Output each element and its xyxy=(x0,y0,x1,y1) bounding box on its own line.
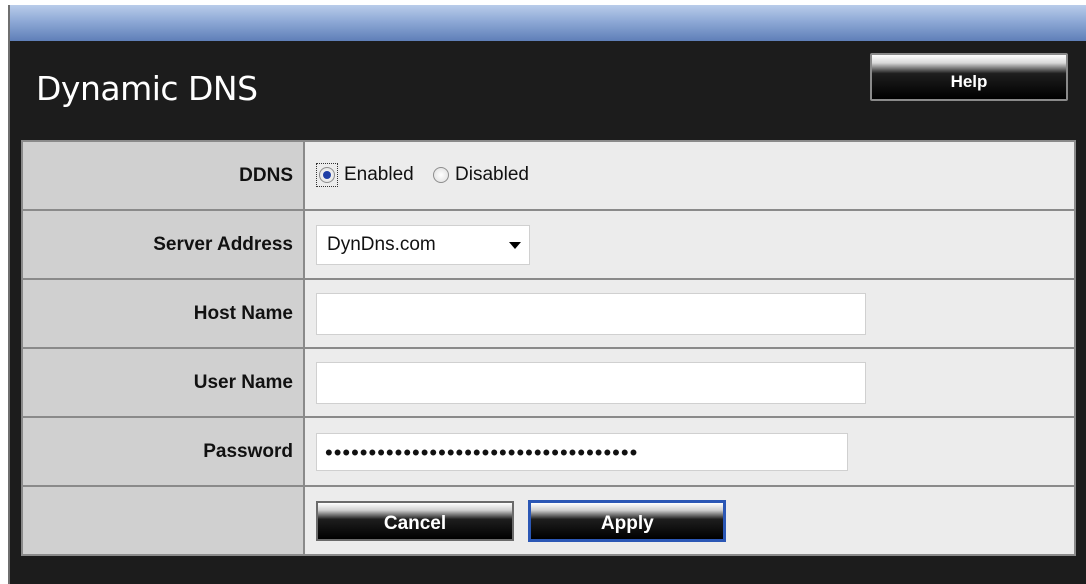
focus-indicator xyxy=(316,162,338,187)
password-input[interactable]: •••••••••••••••••••••••••••••••••••• xyxy=(316,432,848,471)
page-title: Dynamic DNS xyxy=(36,69,258,108)
ddns-row: DDNS Enabled Disabled xyxy=(21,140,1076,211)
ddns-form: DDNS Enabled Disabled Server Address Dyn… xyxy=(21,140,1076,556)
ddns-label: DDNS xyxy=(21,140,305,211)
cancel-button[interactable]: Cancel xyxy=(316,500,514,541)
server-address-row: Server Address DynDns.com xyxy=(21,209,1076,280)
user-name-cell xyxy=(303,347,1076,418)
server-address-select[interactable]: DynDns.com xyxy=(316,224,530,265)
password-cell: •••••••••••••••••••••••••••••••••••• xyxy=(303,416,1076,487)
help-button[interactable]: Help xyxy=(870,53,1068,101)
disabled-radio[interactable] xyxy=(433,166,450,183)
actions-cell: Cancel Apply xyxy=(303,485,1076,556)
password-label: Password xyxy=(21,416,305,487)
ddns-enabled-option[interactable]: Enabled xyxy=(316,162,414,187)
host-name-row: Host Name xyxy=(21,278,1076,349)
password-row: Password •••••••••••••••••••••••••••••••… xyxy=(21,416,1076,487)
host-name-cell xyxy=(303,278,1076,349)
enabled-radio[interactable] xyxy=(319,166,335,183)
user-name-label: User Name xyxy=(21,347,305,418)
user-name-input[interactable] xyxy=(316,361,866,404)
header-bar xyxy=(10,5,1086,41)
actions-label-cell xyxy=(21,485,305,556)
chevron-down-icon xyxy=(509,241,521,249)
server-address-value: DynDns.com xyxy=(327,233,436,255)
host-name-label: Host Name xyxy=(21,278,305,349)
apply-button[interactable]: Apply xyxy=(529,500,726,541)
server-address-label: Server Address xyxy=(21,209,305,280)
server-address-cell: DynDns.com xyxy=(303,209,1076,280)
actions-row: Cancel Apply xyxy=(21,485,1076,556)
ddns-disabled-option[interactable]: Disabled xyxy=(433,164,529,186)
host-name-input[interactable] xyxy=(316,292,866,335)
user-name-row: User Name xyxy=(21,347,1076,418)
disabled-label[interactable]: Disabled xyxy=(455,164,529,186)
enabled-label[interactable]: Enabled xyxy=(344,164,414,186)
page: Dynamic DNS Help DDNS Enabled Disabled S… xyxy=(0,0,1086,584)
ddns-options: Enabled Disabled xyxy=(303,140,1076,211)
